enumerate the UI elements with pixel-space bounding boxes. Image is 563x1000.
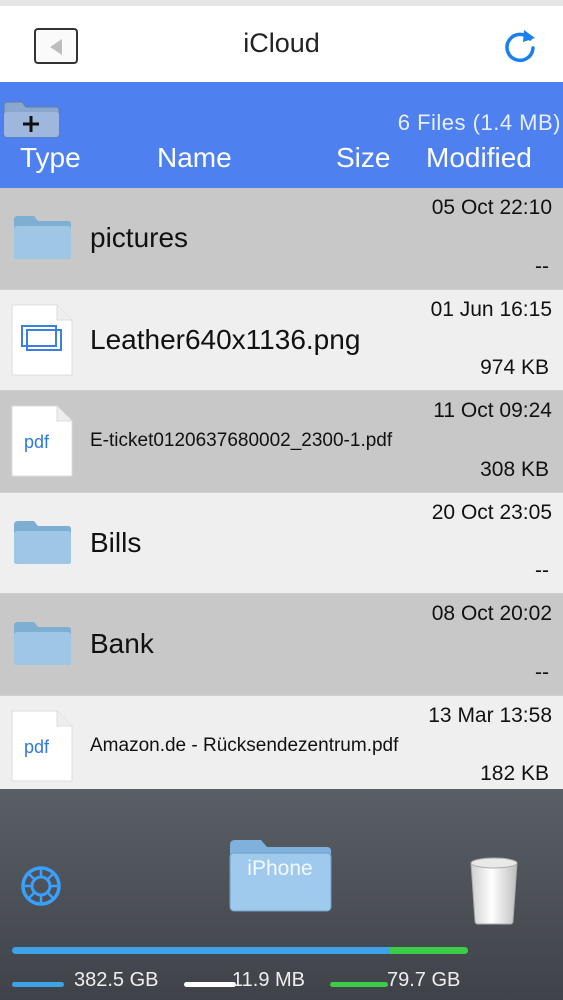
sort-by-type[interactable]: Type [20, 142, 81, 174]
refresh-icon[interactable] [500, 26, 540, 66]
file-name: Leather640x1136.png [90, 323, 361, 355]
navigation-bar: iCloud [0, 6, 563, 82]
pdf-badge: pdf [24, 737, 50, 757]
file-date: 13 Mar 13:58 [428, 703, 552, 727]
folder-icon [14, 520, 71, 564]
file-size: 974 KB [480, 356, 549, 379]
file-name: pictures [90, 222, 189, 254]
total-swatch [12, 982, 64, 987]
file-date: 01 Jun 16:15 [430, 297, 552, 321]
folder-icon [14, 216, 71, 259]
add-folder-icon[interactable] [2, 98, 60, 138]
storage-free: 79.7 GB [387, 969, 461, 991]
file-size: -- [535, 559, 549, 582]
file-name: Bills [90, 526, 142, 558]
page-title: iCloud [243, 28, 320, 58]
file-name: E-ticket0120637680002_2300-1.pdf [90, 430, 393, 452]
list-item[interactable]: Leather640x1136.png 01 Jun 16:15 974 KB [0, 289, 563, 391]
file-list-header: 6 Files (1.4 MB) Type Name Size Modified [0, 82, 563, 188]
sort-by-modified[interactable]: Modified [426, 142, 532, 174]
list-item[interactable]: pdf Amazon.de - Rücksendezentrum.pdf 13 … [0, 695, 563, 797]
list-item[interactable]: pictures 05 Oct 22:10 -- [0, 188, 563, 290]
file-size: 308 KB [480, 457, 549, 481]
storage-total: 382.5 GB [74, 969, 159, 991]
list-item[interactable]: Bank 08 Oct 20:02 -- [0, 594, 563, 696]
list-item[interactable]: Bills 20 Oct 23:05 -- [0, 492, 563, 594]
file-size: -- [535, 660, 549, 684]
folder-icon [14, 622, 71, 665]
image-file-icon [11, 304, 73, 375]
file-date: 05 Oct 22:10 [431, 196, 552, 219]
pdf-file-icon: pdf [11, 405, 73, 477]
file-count: 6 Files (1.4 MB) [397, 110, 561, 135]
file-size: -- [535, 254, 549, 278]
pdf-badge: pdf [24, 432, 50, 452]
file-date: 11 Oct 09:24 [433, 399, 552, 422]
iphone-label: iPhone [247, 857, 313, 880]
settings-icon[interactable] [20, 865, 62, 907]
file-list: pictures 05 Oct 22:10 -- Leather640x1136… [0, 188, 563, 797]
free-swatch [330, 982, 388, 987]
file-date: 20 Oct 23:05 [431, 500, 552, 524]
bottom-toolbar: iPhone 382.5 GB 11.9 MB 79.7 GB [0, 789, 563, 1000]
file-name: Bank [90, 628, 154, 660]
used-swatch [184, 982, 236, 987]
file-name: Amazon.de - Rücksendezentrum.pdf [90, 734, 399, 756]
sort-by-name[interactable]: Name [157, 142, 232, 174]
storage-used: 11.9 MB [232, 969, 305, 991]
pdf-file-icon: pdf [11, 710, 73, 781]
sort-by-size[interactable]: Size [336, 142, 390, 174]
trash-icon[interactable] [468, 855, 520, 925]
file-size: 182 KB [480, 762, 549, 785]
list-item[interactable]: pdf E-ticket0120637680002_2300-1.pdf 11 … [0, 391, 563, 493]
storage-free-segment [390, 947, 468, 954]
file-date: 08 Oct 20:02 [431, 602, 552, 625]
